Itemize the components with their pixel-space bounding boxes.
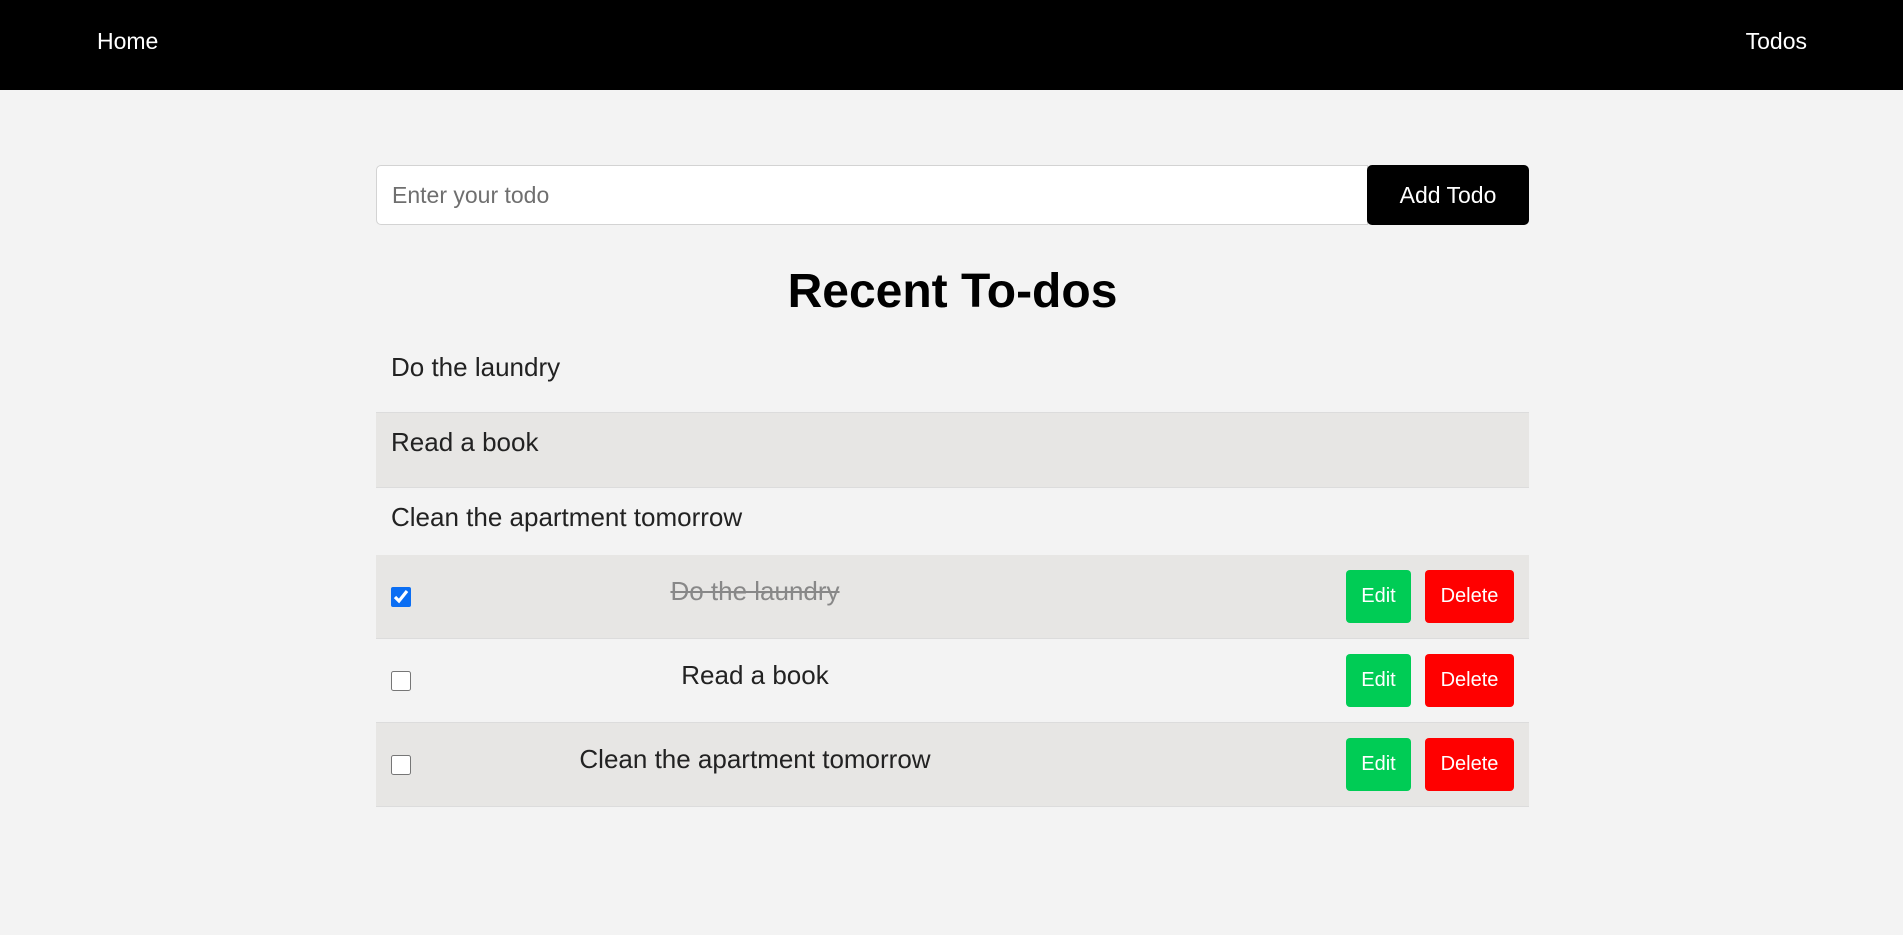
add-todo-button[interactable]: Add Todo xyxy=(1367,165,1529,225)
nav-todos-link[interactable]: Todos xyxy=(1746,26,1807,56)
todo-list: Do the laundry Edit Delete Read a book E… xyxy=(376,555,1529,807)
delete-button[interactable]: Delete xyxy=(1425,654,1514,707)
todo-row: Do the laundry Edit Delete xyxy=(376,555,1529,639)
todo-input[interactable] xyxy=(376,165,1368,225)
recent-todos-heading: Recent To-dos xyxy=(787,265,1118,318)
todo-text: Clean the apartment tomorrow xyxy=(579,744,931,774)
todo-checkbox[interactable] xyxy=(391,755,411,775)
recent-item: Do the laundry xyxy=(376,338,1529,413)
recent-todos-list: Do the laundry Read a book Clean the apa… xyxy=(376,338,1529,563)
delete-button[interactable]: Delete xyxy=(1425,570,1514,623)
edit-button[interactable]: Edit xyxy=(1346,654,1411,707)
recent-item: Clean the apartment tomorrow xyxy=(376,488,1529,563)
todo-text: Do the laundry xyxy=(670,576,840,606)
recent-item: Read a book xyxy=(376,413,1529,488)
edit-button[interactable]: Edit xyxy=(1346,738,1411,791)
todo-text: Read a book xyxy=(681,660,829,690)
delete-button[interactable]: Delete xyxy=(1425,738,1514,791)
todo-row: Clean the apartment tomorrow Edit Delete xyxy=(376,723,1529,807)
nav-home-link[interactable]: Home xyxy=(97,26,158,56)
edit-button[interactable]: Edit xyxy=(1346,570,1411,623)
top-navbar: Home Todos xyxy=(0,0,1903,90)
todo-checkbox[interactable] xyxy=(391,587,411,607)
todo-checkbox[interactable] xyxy=(391,671,411,691)
add-todo-form: Add Todo xyxy=(376,165,1529,225)
todo-row: Read a book Edit Delete xyxy=(376,639,1529,723)
